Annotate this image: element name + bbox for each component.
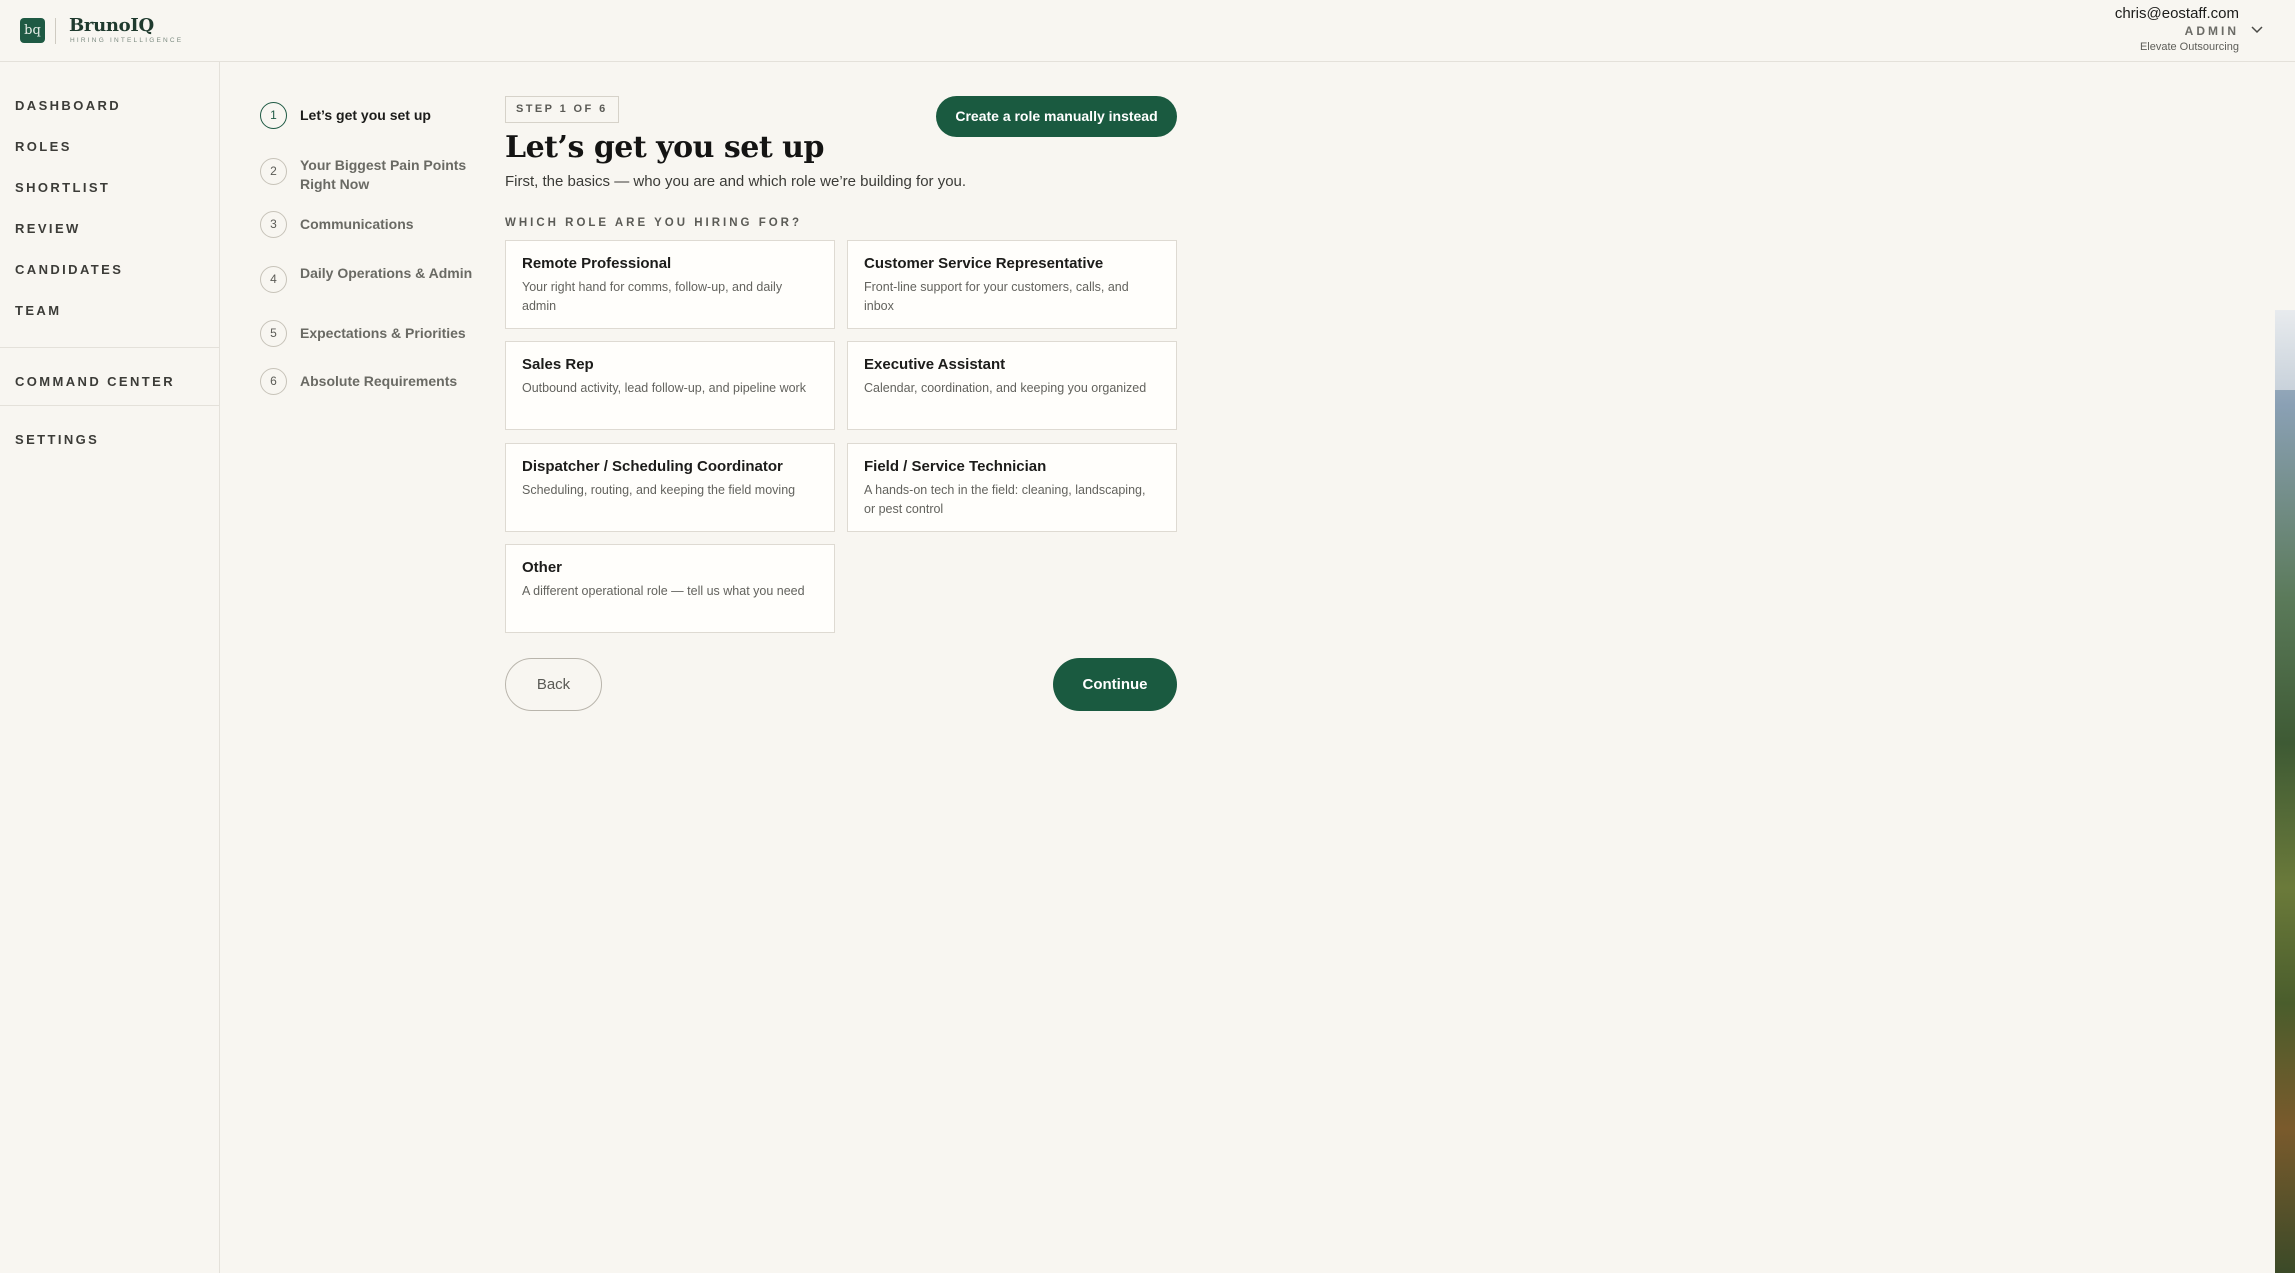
sidebar-item-settings[interactable]: SETTINGS (15, 432, 99, 447)
logo-divider (55, 18, 56, 44)
background-image-sky (2275, 310, 2295, 390)
role-card-dispatcher[interactable]: Dispatcher / Scheduling Coordinator Sche… (505, 443, 835, 532)
sidebar-divider (0, 405, 220, 406)
role-card-desc: A hands-on tech in the field: cleaning, … (864, 483, 1146, 516)
role-card-title: Remote Professional (522, 255, 672, 272)
role-card-title: Field / Service Technician (864, 458, 1047, 475)
sidebar-item-command-center[interactable]: COMMAND CENTER (15, 374, 175, 389)
step-3[interactable]: 3 Communications (260, 211, 480, 238)
chevron-down-icon[interactable] (2249, 21, 2265, 37)
step-1[interactable]: 1 Let’s get you set up (260, 102, 480, 129)
step-6[interactable]: 6 Absolute Requirements (260, 368, 480, 395)
brand-name[interactable]: BrunoIQ (69, 15, 154, 36)
role-card-remote-professional[interactable]: Remote Professional Your right hand for … (505, 240, 835, 329)
role-card-title: Customer Service Representative (864, 255, 1104, 272)
role-card-title: Dispatcher / Scheduling Coordinator (522, 458, 783, 475)
create-role-manually-button[interactable]: Create a role manually instead (936, 96, 1177, 137)
step-number: 2 (260, 158, 287, 185)
role-card-executive-assistant[interactable]: Executive Assistant Calendar, coordinati… (847, 341, 1177, 430)
step-4[interactable]: 4 Daily Operations & Admin (260, 260, 480, 293)
step-number: 5 (260, 320, 287, 347)
sidebar: DASHBOARD ROLES SHORTLIST REVIEW CANDIDA… (0, 62, 220, 1273)
role-card-desc: A different operational role — tell us w… (522, 584, 805, 598)
user-org: Elevate Outsourcing (2139, 41, 2239, 53)
role-card-desc: Scheduling, routing, and keeping the fie… (522, 483, 796, 497)
sidebar-item-review[interactable]: REVIEW (15, 221, 81, 236)
role-card-sales-rep[interactable]: Sales Rep Outbound activity, lead follow… (505, 341, 835, 430)
top-bar: bq BrunoIQ HIRING INTELLIGENCE chris@eos… (0, 0, 2295, 62)
sidebar-divider (0, 347, 220, 348)
role-card-desc: Front-line support for your customers, c… (864, 280, 1129, 313)
role-card-field-technician[interactable]: Field / Service Technician A hands-on te… (847, 443, 1177, 532)
step-number: 1 (260, 102, 287, 129)
role-card-desc: Outbound activity, lead follow-up, and p… (522, 381, 806, 395)
sidebar-item-roles[interactable]: ROLES (15, 139, 72, 154)
step-label: Expectations & Priorities (300, 325, 466, 341)
step-number: 6 (260, 368, 287, 395)
step-label: Daily Operations & Admin (300, 265, 473, 281)
step-5[interactable]: 5 Expectations & Priorities (260, 320, 480, 347)
step-badge: STEP 1 OF 6 (505, 96, 619, 123)
sidebar-item-candidates[interactable]: CANDIDATES (15, 262, 123, 277)
background-image (2275, 310, 2295, 1273)
sidebar-item-team[interactable]: TEAM (15, 303, 61, 318)
page-subtitle: First, the basics — who you are and whic… (505, 173, 967, 190)
role-card-desc: Your right hand for comms, follow-up, an… (522, 280, 783, 313)
step-label: Your Biggest Pain Points Right Now (300, 157, 467, 192)
question-label: WHICH ROLE ARE YOU HIRING FOR? (505, 217, 802, 229)
user-email[interactable]: chris@eostaff.com (2115, 5, 2239, 22)
role-card-desc: Calendar, coordination, and keeping you … (864, 381, 1147, 395)
role-card-title: Other (522, 559, 563, 576)
sidebar-item-shortlist[interactable]: SHORTLIST (15, 180, 110, 195)
page-title: Let’s get you set up (505, 130, 824, 165)
back-button[interactable]: Back (505, 658, 602, 711)
step-number: 4 (260, 266, 287, 293)
role-card-customer-service[interactable]: Customer Service Representative Front-li… (847, 240, 1177, 329)
role-card-title: Sales Rep (522, 356, 594, 373)
continue-button[interactable]: Continue (1053, 658, 1177, 711)
sidebar-item-dashboard[interactable]: DASHBOARD (15, 98, 121, 113)
step-label: Communications (300, 216, 414, 232)
step-number: 3 (260, 211, 287, 238)
step-2[interactable]: 2 Your Biggest Pain Points Right Now (260, 152, 480, 194)
logo-icon[interactable]: bq (20, 18, 45, 43)
role-card-title: Executive Assistant (864, 356, 1006, 373)
step-label: Absolute Requirements (300, 373, 458, 389)
role-card-other[interactable]: Other A different operational role — tel… (505, 544, 835, 633)
user-role: ADMIN (2184, 24, 2239, 38)
brand-tagline: HIRING INTELLIGENCE (70, 37, 184, 44)
step-label: Let’s get you set up (300, 107, 431, 123)
